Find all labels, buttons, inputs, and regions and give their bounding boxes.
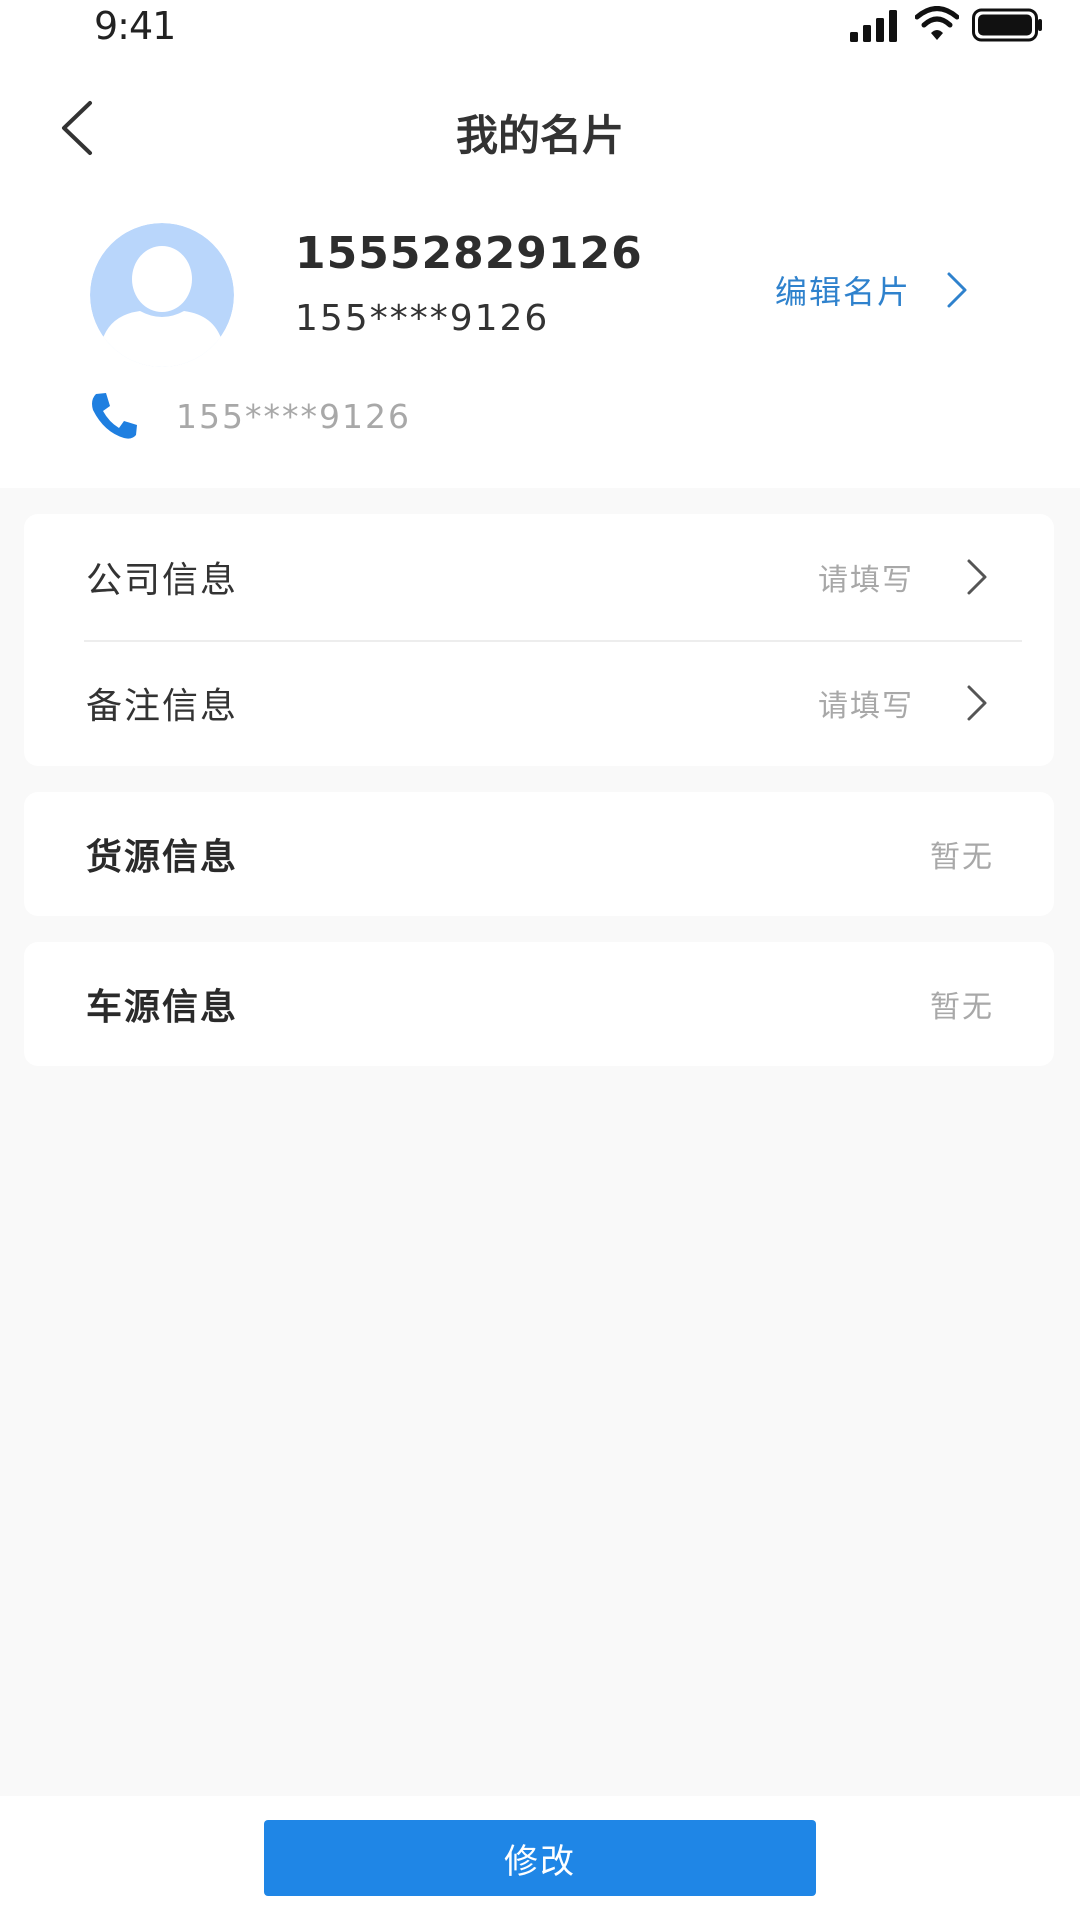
default-avatar-icon <box>90 223 234 367</box>
signal-icon <box>850 10 897 42</box>
profile-name: 15552829126 <box>295 228 643 279</box>
edit-card-label: 编辑名片 <box>775 273 912 311</box>
cargo-info-card[interactable]: 货源信息 暂无 <box>24 792 1054 916</box>
status-bar: 9:41 <box>0 0 1080 58</box>
company-info-row[interactable]: 公司信息 请填写 <box>24 514 1054 640</box>
remark-info-row[interactable]: 备注信息 请填写 <box>24 640 1054 766</box>
vehicle-info-value: 暂无 <box>930 990 994 1025</box>
battery-icon <box>972 8 1042 42</box>
chevron-right-icon <box>967 685 987 721</box>
company-info-value: 请填写 <box>818 563 914 598</box>
page-title: 我的名片 <box>455 111 624 160</box>
company-info-label: 公司信息 <box>86 560 239 601</box>
nav-bar: 我的名片 <box>0 58 1080 198</box>
remark-info-label: 备注信息 <box>86 686 239 727</box>
modify-button[interactable]: 修改 <box>264 1820 816 1896</box>
phone-number: 155****9126 <box>176 396 411 436</box>
cargo-info-row: 货源信息 暂无 <box>24 792 1054 916</box>
bottom-bar: 修改 <box>0 1796 1080 1920</box>
vehicle-info-label: 车源信息 <box>86 987 239 1028</box>
phone-row[interactable]: 155****9126 <box>88 388 411 444</box>
phone-icon <box>92 393 137 439</box>
profile-masked-phone: 155****9126 <box>295 298 550 339</box>
chevron-right-icon <box>967 559 987 595</box>
status-time: 9:41 <box>94 4 176 48</box>
vehicle-info-card[interactable]: 车源信息 暂无 <box>24 942 1054 1066</box>
wifi-icon <box>915 6 959 40</box>
info-card: 公司信息 请填写 备注信息 请填写 <box>24 514 1054 766</box>
cargo-info-label: 货源信息 <box>86 837 239 878</box>
chevron-right-icon <box>947 272 967 308</box>
profile-section: 我的名片 15552829126 155****9126 编辑名片 155***… <box>0 58 1080 488</box>
remark-info-value: 请填写 <box>818 689 914 724</box>
edit-card-button[interactable]: 编辑名片 <box>775 262 969 318</box>
cargo-info-value: 暂无 <box>930 840 994 875</box>
vehicle-info-row: 车源信息 暂无 <box>24 942 1054 1066</box>
